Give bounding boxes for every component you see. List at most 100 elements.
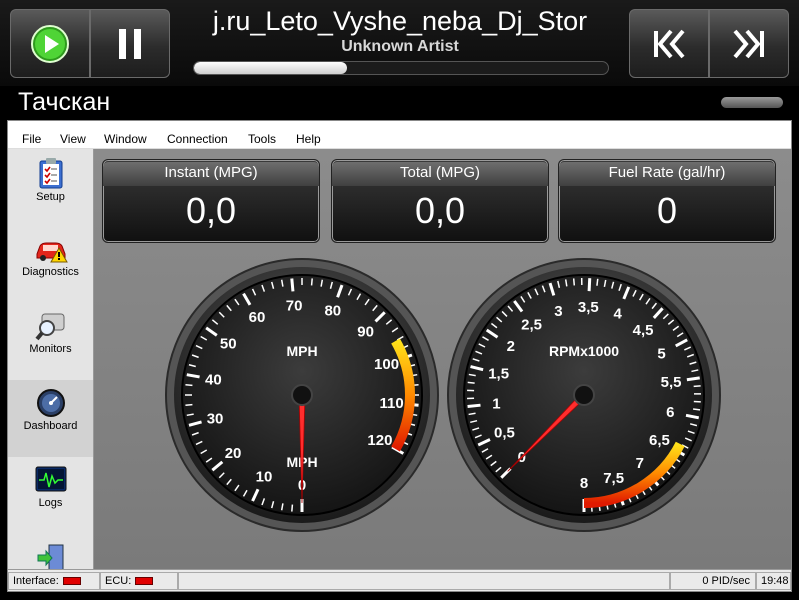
previous-track-icon	[654, 29, 685, 58]
gauge-tick-label: 80	[324, 302, 341, 319]
gauge-minor-tick	[596, 278, 599, 286]
interface-status: Interface:	[8, 572, 100, 590]
readout-value: 0	[656, 190, 678, 231]
tachometer-gauge: 00,511,522,533,544,555,566,577,58RPMx100…	[447, 258, 721, 532]
ecu-status: ECU:	[100, 572, 178, 590]
gauge-minor-tick	[185, 384, 193, 387]
menu-window[interactable]: Window	[104, 132, 147, 146]
gauge-title: MPH	[286, 343, 317, 359]
fuel-rate-readout: Fuel Rate (gal/hr) 0	[558, 159, 776, 243]
sidebar-item-dashboard[interactable]: Dashboard	[8, 380, 93, 457]
playback-progress-fill	[194, 62, 348, 74]
gauge-major-tick	[587, 278, 592, 292]
window-handle[interactable]	[721, 97, 783, 108]
sidebar-item-exit[interactable]	[8, 534, 93, 570]
gauge-minor-tick	[572, 278, 576, 286]
menu-bar: File View Window Connection Tools Help	[8, 121, 791, 149]
gauge-major-tick	[686, 376, 700, 382]
gauge-tick-label: 60	[249, 309, 266, 326]
gauge-tick-label: 120	[367, 432, 392, 449]
interface-label: Interface:	[13, 575, 59, 587]
sidebar-item-label: Dashboard	[23, 420, 78, 432]
gauge-tick-label: 8	[580, 475, 588, 492]
screen: j.ru_Leto_Vyshe_neba_Dj_Stor Unknown Art…	[0, 0, 799, 600]
readout-label: Total (MPG)	[332, 162, 548, 186]
gauge-tick-label: 6	[666, 404, 674, 421]
next-track-button[interactable]	[709, 9, 789, 78]
gauge-tick-label: 6,5	[649, 432, 670, 449]
gauge-tick-label: 20	[225, 445, 242, 462]
gauge-tick-label: 70	[286, 297, 303, 314]
gauge-minor-tick	[291, 504, 294, 512]
total-mpg-readout: Total (MPG) 0,0	[331, 159, 549, 243]
gauge-tick-label: 2,5	[521, 316, 542, 333]
dashboard-panel: Instant (MPG) 0,0 Total (MPG) 0,0 Fuel R…	[94, 149, 791, 570]
play-icon	[31, 24, 69, 63]
gauge-title: RPMx1000	[549, 343, 619, 359]
gauge-tick-label: 90	[357, 323, 374, 340]
sidebar-item-setup[interactable]: Setup	[8, 149, 93, 226]
pause-icon	[119, 28, 141, 59]
gauge-tick-label: 3	[554, 303, 562, 320]
next-track-icon	[733, 29, 764, 58]
gauge-minor-tick	[185, 403, 193, 406]
app-window: File View Window Connection Tools Help S…	[7, 120, 792, 592]
car-warning-icon	[36, 242, 68, 263]
status-bar: Interface: ECU: 0 PID/sec 19:48	[8, 569, 791, 591]
speedometer-gauge: 0102030405060708090100110120MPHMPH	[165, 258, 439, 532]
gauge-minor-tick	[310, 278, 313, 286]
readout-label: Instant (MPG)	[103, 162, 319, 186]
sidebar-item-logs[interactable]: Logs	[8, 457, 93, 534]
gauge-icon	[36, 389, 65, 417]
menu-view[interactable]: View	[60, 132, 86, 146]
gauge-minor-tick	[693, 408, 701, 411]
setup-clipboard-icon	[39, 158, 62, 189]
pause-button[interactable]	[90, 9, 170, 78]
track-artist: Unknown Artist	[341, 38, 459, 55]
menu-tools[interactable]: Tools	[248, 132, 276, 146]
readout-value: 0,0	[414, 190, 466, 231]
gauge-needle-hub	[291, 384, 313, 406]
gauge-tick-label: 5,5	[661, 374, 682, 391]
gauge-tick-label: 3,5	[578, 299, 599, 316]
gauge-tick-label: 50	[220, 335, 237, 352]
gauge-tick-label: 4	[614, 306, 623, 323]
gauge-minor-tick	[467, 381, 475, 384]
gauge-tick-label: 7,5	[603, 470, 624, 487]
sidebar-item-monitors[interactable]: Monitors	[8, 303, 93, 380]
app-title: Тачскан	[18, 88, 111, 116]
media-player-bar: j.ru_Leto_Vyshe_neba_Dj_Stor Unknown Art…	[0, 0, 799, 86]
previous-track-button[interactable]	[629, 9, 709, 78]
readout-value: 0,0	[185, 190, 237, 231]
gauge-major-tick	[467, 403, 481, 408]
gauge-tick-label: 1,5	[488, 366, 509, 383]
gauge-tick-label: 110	[380, 395, 404, 412]
menu-connection[interactable]: Connection	[167, 132, 228, 146]
play-button[interactable]	[10, 9, 90, 78]
playback-progress-bar[interactable]	[193, 61, 609, 75]
gauge-needle-hub	[573, 384, 595, 406]
pid-rate: 0 PID/sec	[670, 572, 756, 590]
sidebar-item-label: Diagnostics	[22, 266, 79, 278]
sidebar-item-diagnostics[interactable]: Diagnostics	[8, 226, 93, 303]
gauge-tick-label: 30	[207, 410, 224, 427]
menu-help[interactable]: Help	[296, 132, 321, 146]
sidebar-item-label: Logs	[38, 497, 63, 509]
waveform-monitor-icon	[35, 466, 66, 492]
sidebar-item-label: Setup	[36, 191, 65, 203]
instant-mpg-readout: Instant (MPG) 0,0	[102, 159, 320, 243]
magnifier-icon	[34, 313, 64, 341]
gauge-tick-label: 1	[492, 396, 500, 413]
gauge-tick-label: 10	[256, 469, 273, 486]
status-message	[178, 572, 670, 590]
gauge-tick-label: 0,5	[494, 425, 515, 442]
menu-file[interactable]: File	[22, 132, 41, 146]
readout-label: Fuel Rate (gal/hr)	[559, 162, 775, 186]
track-title: j.ru_Leto_Vyshe_neba_Dj_Stor	[212, 6, 588, 36]
gauge-tick-label: 7	[636, 455, 644, 472]
gauge-minor-tick	[693, 385, 701, 388]
clock: 19:48	[756, 572, 791, 590]
gauge-major-tick	[290, 278, 295, 292]
ecu-label: ECU:	[105, 575, 132, 587]
exit-door-icon	[37, 544, 63, 570]
